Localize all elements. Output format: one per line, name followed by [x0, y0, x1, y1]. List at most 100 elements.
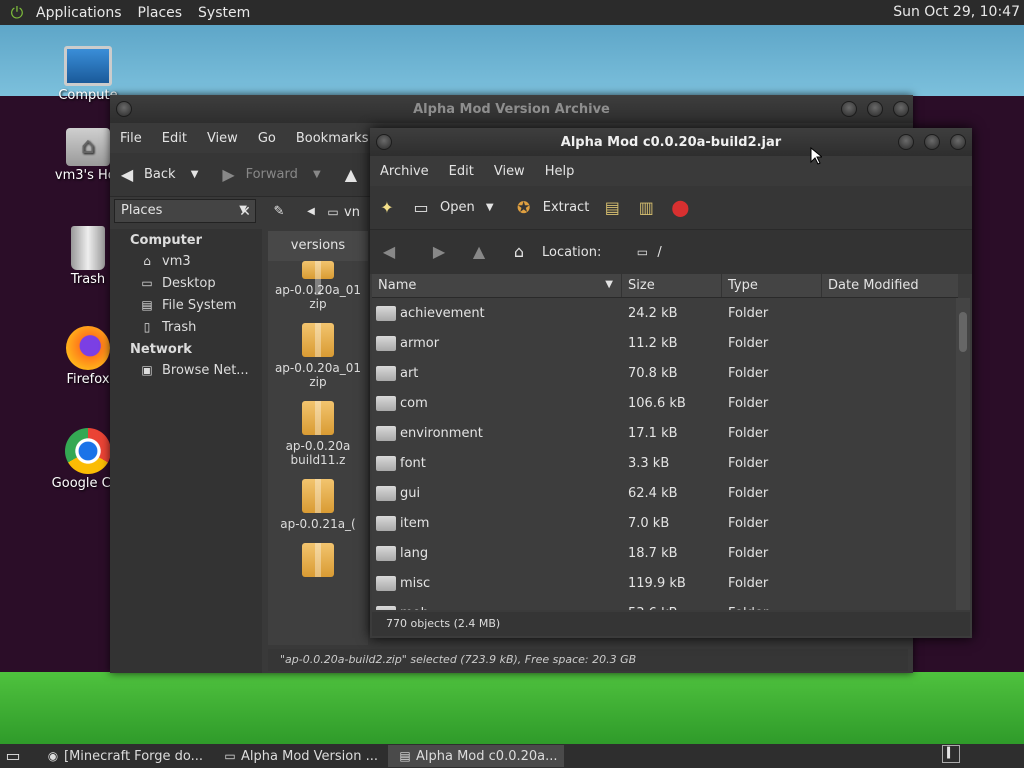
archive-manager-window[interactable]: Alpha Mod c0.0.20a-build2.jar Archive Ed… [370, 128, 972, 638]
archive-row[interactable]: font 3.3 kB Folder [372, 448, 958, 478]
up-button[interactable]: ▲ [334, 157, 368, 193]
edit-path-icon[interactable]: ✎ [268, 201, 290, 223]
archive-row[interactable]: com 106.6 kB Folder [372, 388, 958, 418]
forward-button[interactable]: ▶ Forward ▼ [212, 157, 334, 193]
menu-bookmarks[interactable]: Bookmarks [286, 131, 379, 146]
row-size: 11.2 kB [628, 335, 678, 351]
firefox-icon [66, 326, 110, 370]
column-label: Size [628, 278, 655, 293]
folder-icon: ▭ [224, 749, 236, 763]
add-files-button[interactable]: ▤ [595, 190, 629, 226]
sidebar-item-filesystem[interactable]: ▤ File System [110, 294, 262, 316]
row-size: 70.8 kB [628, 365, 678, 381]
forward-arrow-icon[interactable]: ▶ [428, 241, 450, 263]
window-title: Alpha Mod c0.0.20a-build2.jar [560, 134, 782, 150]
column-type[interactable]: Type [722, 274, 822, 297]
menu-view[interactable]: View [197, 131, 248, 146]
maximize-button[interactable] [924, 134, 940, 150]
menu-archive[interactable]: Archive [370, 164, 439, 179]
taskbar-item-chrome[interactable]: ◉ [Minecraft Forge do... [36, 745, 209, 767]
row-name: environment [400, 425, 483, 441]
home-icon[interactable]: ⌂ [508, 241, 530, 263]
archive-titlebar[interactable]: Alpha Mod c0.0.20a-build2.jar [370, 128, 972, 156]
window-menu-button[interactable] [116, 101, 132, 117]
folder-icon [376, 365, 396, 381]
sidebar-item-vm3[interactable]: ⌂ vm3 [110, 250, 262, 272]
row-type: Folder [728, 455, 769, 471]
taskbar-item-archive-manager[interactable]: ▤ Alpha Mod c0.0.20a... [388, 745, 564, 767]
menu-view[interactable]: View [484, 164, 535, 179]
menu-file[interactable]: File [110, 131, 152, 146]
archive-row[interactable]: misc 119.9 kB Folder [372, 568, 958, 598]
new-archive-button[interactable]: ✦ [370, 190, 404, 226]
archive-row[interactable]: achievement 24.2 kB Folder [372, 298, 958, 328]
workspace-switcher-icon[interactable]: ▍ [942, 745, 960, 763]
file-item[interactable]: ap-0.0.20a_01 zip [268, 323, 368, 389]
archive-row[interactable]: gui 62.4 kB Folder [372, 478, 958, 508]
sidebar-item-browse-network[interactable]: ▣ Browse Net... [110, 359, 262, 381]
row-size: 17.1 kB [628, 425, 678, 441]
file-item[interactable]: ap-0.0.20a_01 zip [268, 261, 368, 311]
location-path[interactable]: / [657, 245, 661, 260]
chrome-icon [65, 428, 111, 474]
minimize-button[interactable] [898, 134, 914, 150]
chevron-down-icon[interactable]: ▼ [306, 164, 328, 186]
file-manager-titlebar[interactable]: Alpha Mod Version Archive [110, 95, 913, 123]
up-arrow-icon[interactable]: ▲ [468, 241, 490, 263]
file-item[interactable]: ap-0.0.20a build11.z [268, 401, 368, 467]
back-button[interactable]: ◀ Back ▼ [110, 157, 212, 193]
back-arrow-icon[interactable]: ◀ [378, 241, 400, 263]
chevron-down-icon[interactable]: ▼ [479, 197, 501, 219]
column-name[interactable]: Name ▼ [372, 274, 622, 297]
row-name: misc [400, 575, 431, 591]
menu-edit[interactable]: Edit [439, 164, 484, 179]
archive-row[interactable]: item 7.0 kB Folder [372, 508, 958, 538]
menu-places[interactable]: Places [130, 5, 191, 21]
sidebar-item-trash[interactable]: ▯ Trash [110, 316, 262, 338]
zip-archive-icon [302, 323, 334, 357]
folder-icon [376, 425, 396, 441]
minimize-button[interactable] [841, 101, 857, 117]
menu-system[interactable]: System [190, 5, 258, 21]
clock[interactable]: Sun Oct 29, 10:47 [893, 4, 1020, 20]
chevron-down-icon[interactable]: ▼ [184, 164, 206, 186]
row-name: lang [400, 545, 429, 561]
taskbar-item-file-manager[interactable]: ▭ Alpha Mod Version ... [213, 745, 384, 767]
path-crumb[interactable]: vn [344, 205, 360, 220]
row-type: Folder [728, 485, 769, 501]
menu-go[interactable]: Go [248, 131, 286, 146]
vertical-scrollbar[interactable] [956, 298, 970, 610]
stop-button[interactable]: ⬤ [663, 190, 697, 226]
archive-row[interactable]: lang 18.7 kB Folder [372, 538, 958, 568]
archive-row[interactable]: armor 11.2 kB Folder [372, 328, 958, 358]
add-folder-button[interactable]: ▥ [629, 190, 663, 226]
gnome-foot-icon[interactable]: ⏻ [6, 2, 28, 24]
menu-applications[interactable]: Applications [28, 5, 130, 21]
column-date[interactable]: Date Modified [822, 274, 958, 297]
file-item[interactable]: ap-0.0.21a_( [268, 479, 368, 531]
window-menu-button[interactable] [376, 134, 392, 150]
show-desktop-icon[interactable]: ▭ [2, 745, 24, 767]
path-tab-versions[interactable]: versions [268, 231, 368, 261]
archive-row[interactable]: environment 17.1 kB Folder [372, 418, 958, 448]
open-button[interactable]: ▭ Open ▼ [404, 190, 507, 226]
close-button[interactable] [950, 134, 966, 150]
archive-menubar: Archive Edit View Help [370, 156, 972, 186]
archive-row[interactable]: mob 53.6 kBFolder [372, 598, 958, 610]
file-name: ap-0.0.20a_01 [274, 361, 362, 375]
path-left-icon[interactable]: ◀ [300, 201, 322, 223]
menu-edit[interactable]: Edit [152, 131, 197, 146]
sidebar-item-desktop[interactable]: ▭ Desktop [110, 272, 262, 294]
sort-down-icon: ▼ [605, 279, 613, 290]
close-button[interactable] [893, 101, 909, 117]
column-size[interactable]: Size [622, 274, 722, 297]
row-name: gui [400, 485, 421, 501]
close-sidebar-icon[interactable]: ✕ [234, 201, 256, 223]
extract-button[interactable]: ✪ Extract [507, 190, 596, 226]
maximize-button[interactable] [867, 101, 883, 117]
file-item[interactable] [268, 543, 368, 577]
menu-help[interactable]: Help [535, 164, 585, 179]
window-title: Alpha Mod Version Archive [413, 101, 610, 117]
archive-row[interactable]: art 70.8 kB Folder [372, 358, 958, 388]
scrollbar-thumb[interactable] [959, 312, 967, 352]
